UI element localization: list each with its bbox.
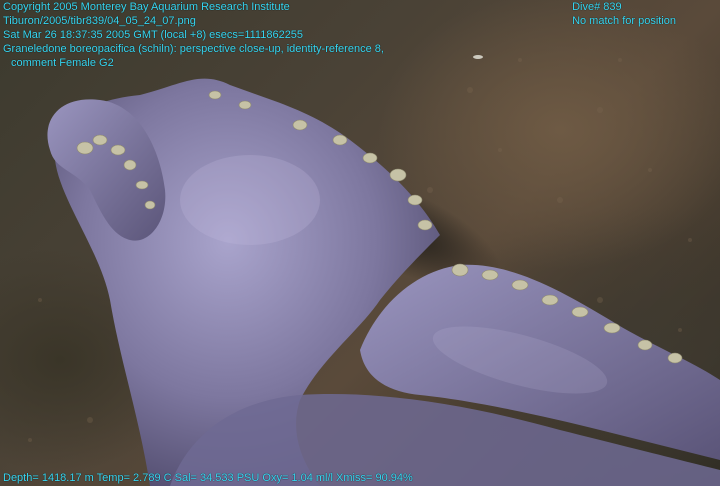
comment-line: comment Female G2 xyxy=(11,57,114,69)
octopus-scene xyxy=(28,55,720,486)
metadata-overlay-top-right: Dive# 839 No match for position xyxy=(572,0,676,28)
sensor-readout: Depth= 1418.17 m Temp= 2.789 C Sal= 34.5… xyxy=(3,472,413,484)
dive-number: Dive# 839 xyxy=(572,1,622,13)
particle xyxy=(473,55,483,59)
body-highlight xyxy=(180,155,320,245)
file-path-line: Tiburon/2005/tibr839/04_05_24_07.png xyxy=(3,15,196,27)
timestamp-line: Sat Mar 26 18:37:35 2005 GMT (local +8) … xyxy=(3,29,304,41)
metadata-overlay-top-left: Copyright 2005 Monterey Bay Aquarium Res… xyxy=(3,0,384,70)
position-status: No match for position xyxy=(572,15,676,27)
annotation-line: Graneledone boreopacifica (schiln): pers… xyxy=(3,43,384,55)
copyright-line: Copyright 2005 Monterey Bay Aquarium Res… xyxy=(3,1,290,13)
underwater-photo: Copyright 2005 Monterey Bay Aquarium Res… xyxy=(0,0,720,486)
